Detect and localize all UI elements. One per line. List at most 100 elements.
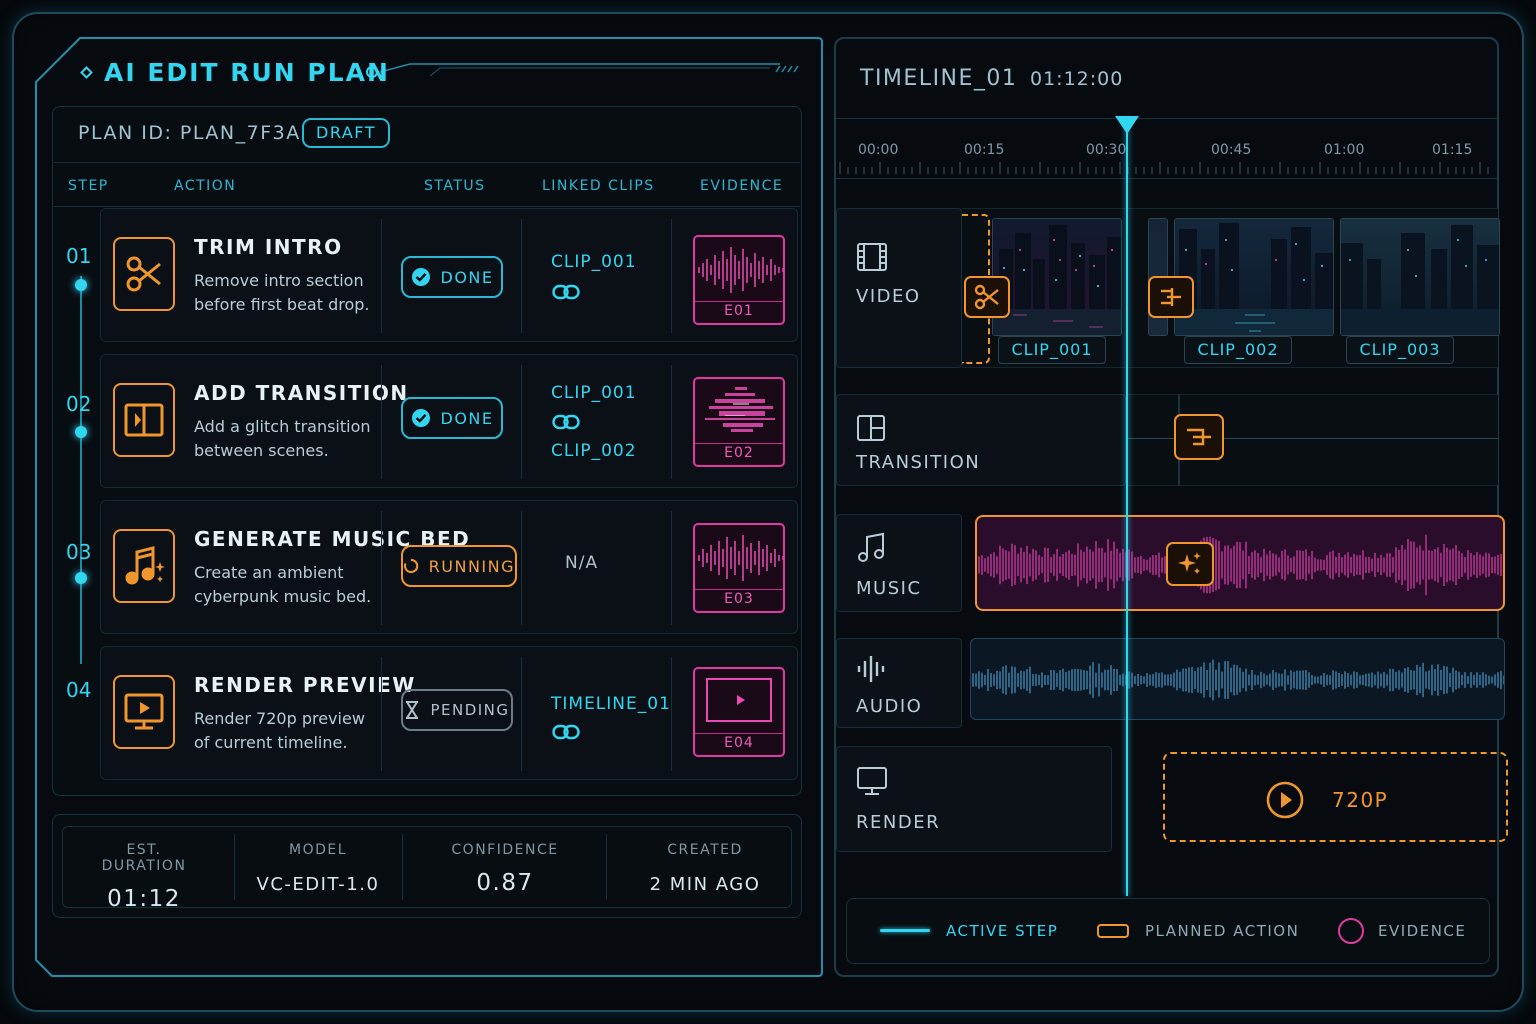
evidence-thumbnail[interactable]: E03	[693, 523, 785, 613]
legend-planned-action: PLANNED ACTION	[1145, 922, 1300, 940]
link-icon[interactable]	[552, 283, 580, 301]
timeline-name: TIMELINE_01	[860, 66, 1018, 91]
stat-model: MODEL VC-EDIT-1.0	[256, 842, 380, 895]
ruler-tick-label: 01:15	[1432, 142, 1473, 158]
step-dot	[75, 572, 87, 584]
stat-created: CREATED 2 MIN AGO	[649, 842, 761, 895]
waveform-thumb	[698, 535, 783, 581]
step-dot	[75, 426, 87, 438]
legend-evidence-circle-icon	[1338, 918, 1364, 944]
city-thumbnail	[1175, 219, 1333, 335]
legend-active-line-icon	[880, 929, 930, 932]
plan-row-generate-music[interactable]: GENERATE MUSIC BED Create an ambient cyb…	[100, 500, 798, 634]
playhead[interactable]	[1126, 118, 1128, 896]
glitch-thumb	[705, 387, 775, 432]
column-divider	[671, 365, 672, 479]
check-circle-icon	[411, 268, 430, 286]
ruler-tick-label: 00:00	[858, 142, 899, 158]
status-badge-running: RUNNING	[401, 545, 517, 587]
stat-confidence: CONFIDENCE 0.87	[451, 842, 559, 896]
evidence-thumbnail[interactable]: E04	[693, 667, 785, 757]
step-number: 04	[66, 678, 92, 702]
step-number: 02	[66, 392, 92, 416]
linked-clips-na: N/A	[565, 553, 599, 573]
stat-divider	[606, 834, 607, 900]
col-action: ACTION	[174, 178, 237, 194]
clip-tag[interactable]: CLIP_003	[1346, 336, 1454, 364]
legend-planned-rect-icon	[1097, 924, 1129, 938]
link-icon[interactable]	[552, 413, 580, 431]
plan-id: PLAN ID: PLAN_7F3A	[78, 122, 301, 144]
column-divider	[381, 657, 382, 771]
ruler-tick-label: 00:15	[964, 142, 1005, 158]
col-evidence: EVIDENCE	[700, 178, 784, 194]
evidence-thumbnail[interactable]: E02	[693, 377, 785, 467]
plan-title: AI EDIT RUN PLAN	[104, 58, 390, 87]
audio-waveform	[972, 659, 1504, 701]
plan-row-trim-intro[interactable]: TRIM INTRO Remove intro section before f…	[100, 208, 798, 342]
step-progress-line	[80, 276, 82, 664]
track-label-render: RENDER	[856, 812, 941, 833]
plan-row-render-preview[interactable]: RENDER PREVIEW Render 720p preview of cu…	[100, 646, 798, 780]
linked-clip[interactable]: CLIP_002	[551, 441, 637, 461]
col-status: STATUS	[424, 178, 486, 194]
ruler-bottom-line	[836, 178, 1498, 179]
step-dot	[75, 279, 87, 291]
column-divider	[521, 219, 522, 333]
music-sparkle-icon	[113, 529, 175, 603]
track-label-video: VIDEO	[856, 286, 921, 307]
plan-row-add-transition[interactable]: ADD TRANSITION Add a glitch transition b…	[100, 354, 798, 488]
playhead-handle[interactable]	[1115, 116, 1139, 134]
city-thumbnail	[993, 219, 1121, 335]
column-divider	[671, 657, 672, 771]
video-clip-thumb[interactable]	[992, 218, 1122, 336]
evidence-thumbnail[interactable]: E01	[693, 235, 785, 325]
linked-clip[interactable]: CLIP_001	[551, 383, 637, 403]
waveform-thumb	[698, 247, 783, 293]
video-clip-thumb[interactable]	[1174, 218, 1334, 336]
timeline-ruler[interactable]	[836, 160, 1498, 174]
column-divider	[521, 365, 522, 479]
header-divider	[54, 162, 800, 163]
transition-glitch-icon[interactable]	[1174, 414, 1224, 460]
ruler-tick-label: 00:30	[1086, 142, 1127, 158]
column-divider	[381, 365, 382, 479]
audio-clip[interactable]	[970, 638, 1505, 720]
spinner-icon	[404, 558, 419, 574]
status-badge-pending: PENDING	[401, 689, 513, 731]
ai-sparkle-icon[interactable]	[1166, 542, 1214, 586]
evidence-label: E03	[695, 589, 783, 609]
track-label-transition: TRANSITION	[856, 452, 981, 473]
ruler-top-line	[836, 118, 1498, 119]
stat-divider	[234, 834, 235, 900]
scissors-icon	[113, 237, 175, 311]
render-resolution: 720P	[1332, 788, 1389, 812]
track-label-audio: AUDIO	[856, 696, 923, 717]
action-description: Create an ambient cyberpunk music bed.	[194, 563, 372, 606]
clip-tag[interactable]: CLIP_002	[1184, 336, 1292, 364]
music-bed-clip[interactable]	[975, 515, 1505, 611]
ruler-tick-label: 00:45	[1211, 142, 1252, 158]
draft-badge: DRAFT	[302, 118, 390, 148]
status-badge-done: DONE	[401, 397, 503, 439]
legend-evidence: EVIDENCE	[1378, 922, 1467, 940]
column-divider	[521, 511, 522, 625]
track-label-music: MUSIC	[856, 578, 922, 599]
monitor-play-icon	[113, 675, 175, 749]
transition-marker-icon[interactable]	[1148, 276, 1194, 318]
video-clip-thumb[interactable]	[1340, 218, 1500, 336]
linked-clip[interactable]: CLIP_001	[551, 252, 637, 272]
action-description: Add a glitch transition between scenes.	[194, 417, 371, 460]
clip-tag[interactable]: CLIP_001	[998, 336, 1106, 364]
linked-clip[interactable]: TIMELINE_01	[551, 694, 671, 714]
play-circle-icon[interactable]	[1265, 780, 1305, 820]
stat-divider	[402, 834, 403, 900]
action-title: RENDER PREVIEW	[194, 673, 416, 697]
link-icon[interactable]	[552, 723, 580, 741]
transition-icon	[113, 383, 175, 457]
track-header-render[interactable]	[836, 746, 1112, 852]
action-title: ADD TRANSITION	[194, 381, 409, 405]
audio-wave-icon	[857, 656, 885, 682]
trim-marker-scissors-icon[interactable]	[964, 276, 1010, 318]
action-title: TRIM INTRO	[194, 235, 343, 259]
